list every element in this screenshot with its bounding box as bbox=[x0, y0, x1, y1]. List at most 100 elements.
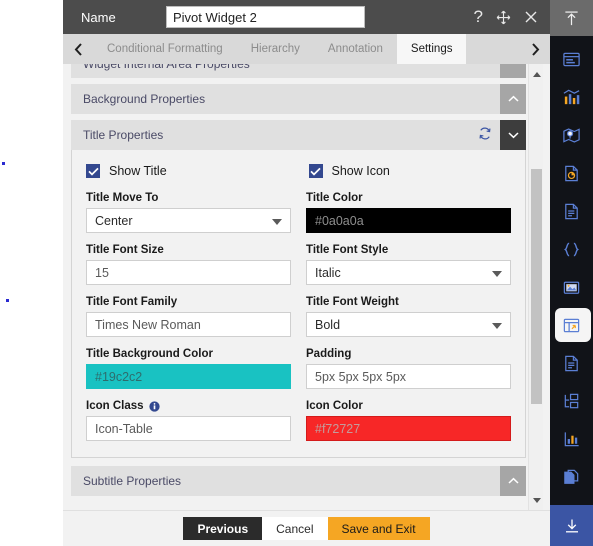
dialog-title-bar: Name ? bbox=[63, 0, 550, 34]
padding-value: 5px 5px 5px 5px bbox=[315, 369, 407, 384]
field-title-font-family: Title Font Family Times New Roman bbox=[86, 296, 291, 337]
vertical-scrollbar[interactable] bbox=[528, 64, 543, 510]
title-color-value: #0a0a0a bbox=[315, 213, 364, 228]
chevron-down-icon bbox=[492, 322, 502, 329]
title-font-style-value: Italic bbox=[315, 265, 341, 280]
tab-list: Conditional Formatting Hierarchy Annotat… bbox=[93, 34, 520, 64]
scroll-down-arrow[interactable] bbox=[529, 492, 544, 508]
rail-item-map[interactable] bbox=[550, 116, 593, 154]
name-label: Name bbox=[81, 9, 116, 25]
tabs-prev-arrow[interactable] bbox=[63, 34, 93, 64]
info-icon[interactable] bbox=[148, 400, 160, 412]
field-icon-color: Icon Color #f72727 bbox=[306, 400, 511, 441]
section-widget-internal-area-toggle[interactable] bbox=[500, 64, 526, 78]
cancel-button[interactable]: Cancel bbox=[262, 517, 328, 540]
title-move-to-select[interactable]: Center bbox=[86, 208, 291, 233]
settings-scroll-area: Widget Internal Area Properties Backgrou… bbox=[63, 64, 550, 510]
title-font-family-input[interactable]: Times New Roman bbox=[86, 312, 291, 337]
tab-hierarchy[interactable]: Hierarchy bbox=[236, 34, 314, 64]
tabs-next-arrow[interactable] bbox=[520, 34, 550, 64]
collapse-to-top-button[interactable] bbox=[550, 0, 593, 36]
section-widget-internal-area[interactable]: Widget Internal Area Properties bbox=[71, 64, 526, 78]
rail-item-widget[interactable] bbox=[550, 40, 593, 78]
title-color-input[interactable]: #0a0a0a bbox=[306, 208, 511, 233]
title-background-color-value: #19c2c2 bbox=[95, 369, 143, 384]
dialog-footer: Previous Cancel Save and Exit bbox=[63, 510, 550, 546]
section-subtitle-properties[interactable]: Subtitle Properties bbox=[71, 466, 526, 496]
scroll-thumb[interactable] bbox=[531, 169, 542, 404]
field-title-move-to: Title Move To Center bbox=[86, 192, 291, 233]
section-subtitle-properties-label: Subtitle Properties bbox=[83, 474, 182, 488]
rail-item-report[interactable] bbox=[550, 154, 593, 192]
field-padding: Padding 5px 5px 5px 5px bbox=[306, 348, 511, 389]
show-icon-checkbox[interactable] bbox=[308, 164, 323, 178]
rail-item-analytics[interactable] bbox=[550, 420, 593, 458]
title-font-family-value: Times New Roman bbox=[95, 317, 201, 332]
chevron-down-icon bbox=[272, 218, 282, 225]
section-subtitle-collapse-toggle[interactable] bbox=[500, 466, 526, 496]
field-row-5: Icon Class Icon-Table Icon Color #f72727 bbox=[86, 400, 511, 441]
rail-item-pivot[interactable] bbox=[550, 306, 593, 344]
tab-settings[interactable]: Settings bbox=[396, 34, 467, 64]
rail-item-code[interactable] bbox=[550, 230, 593, 268]
move-icon[interactable] bbox=[496, 10, 511, 25]
stray-dot-2 bbox=[6, 299, 9, 302]
tab-annotation[interactable]: Annotation bbox=[313, 34, 397, 64]
icon-class-label: Icon Class bbox=[86, 400, 291, 412]
field-row-4: Title Background Color #19c2c2 Padding 5… bbox=[86, 348, 511, 389]
section-background-properties[interactable]: Background Properties bbox=[71, 84, 526, 114]
field-row-3: Title Font Family Times New Roman Title … bbox=[86, 296, 511, 337]
tab-bar: Conditional Formatting Hierarchy Annotat… bbox=[63, 34, 550, 64]
show-title-checkbox[interactable] bbox=[86, 164, 100, 178]
scroll-up-arrow[interactable] bbox=[529, 66, 544, 82]
rail-item-document[interactable] bbox=[550, 192, 593, 230]
rail-item-image[interactable] bbox=[550, 268, 593, 306]
refresh-icon[interactable] bbox=[478, 127, 492, 144]
screen: Name ? bbox=[0, 0, 593, 546]
close-icon[interactable] bbox=[524, 10, 538, 24]
title-font-size-label: Title Font Size bbox=[86, 244, 164, 256]
show-title-label: Show Title bbox=[109, 164, 167, 178]
rail-item-tree[interactable] bbox=[550, 382, 593, 420]
title-properties-fields: Show Title Show Icon Title Move To Cente… bbox=[71, 150, 526, 458]
title-background-color-label: Title Background Color bbox=[86, 348, 213, 360]
widget-settings-dialog: Name ? bbox=[63, 0, 550, 546]
title-background-color-input[interactable]: #19c2c2 bbox=[86, 364, 291, 389]
title-font-weight-select[interactable]: Bold bbox=[306, 312, 511, 337]
icon-class-label-text: Icon Class bbox=[86, 400, 144, 412]
show-icon-label: Show Icon bbox=[331, 164, 390, 178]
title-font-weight-label: Title Font Weight bbox=[306, 296, 399, 308]
rail-item-copy[interactable] bbox=[550, 458, 593, 496]
show-toggles-row: Show Title Show Icon bbox=[86, 164, 511, 178]
tab-conditional-formatting[interactable]: Conditional Formatting bbox=[93, 34, 237, 64]
field-title-font-size: Title Font Size 15 bbox=[86, 244, 291, 285]
title-font-size-value: 15 bbox=[95, 265, 109, 280]
field-row-2: Title Font Size 15 Title Font Style Ital… bbox=[86, 244, 511, 285]
title-font-size-input[interactable]: 15 bbox=[86, 260, 291, 285]
stray-dot-1 bbox=[2, 162, 5, 165]
widget-name-input[interactable] bbox=[166, 6, 365, 28]
section-title-properties[interactable]: Title Properties bbox=[71, 120, 526, 150]
field-title-font-style: Title Font Style Italic bbox=[306, 244, 511, 285]
rail-item-chart[interactable] bbox=[550, 78, 593, 116]
settings-content: Widget Internal Area Properties Backgrou… bbox=[71, 64, 526, 496]
show-icon-group: Show Icon bbox=[299, 164, 512, 178]
field-title-font-weight: Title Font Weight Bold bbox=[306, 296, 511, 337]
field-icon-class: Icon Class Icon-Table bbox=[86, 400, 291, 441]
rail-item-page[interactable] bbox=[550, 344, 593, 382]
help-icon[interactable]: ? bbox=[474, 7, 483, 27]
icon-color-input[interactable]: #f72727 bbox=[306, 416, 511, 441]
title-font-style-label: Title Font Style bbox=[306, 244, 389, 256]
previous-button[interactable]: Previous bbox=[183, 517, 263, 540]
save-and-exit-button[interactable]: Save and Exit bbox=[327, 517, 430, 540]
icon-class-input[interactable]: Icon-Table bbox=[86, 416, 291, 441]
download-button[interactable] bbox=[550, 505, 593, 546]
section-background-collapse-toggle[interactable] bbox=[500, 84, 526, 114]
title-move-to-label: Title Move To bbox=[86, 192, 159, 204]
right-toolbar bbox=[550, 0, 593, 546]
chevron-down-icon bbox=[492, 270, 502, 277]
padding-input[interactable]: 5px 5px 5px 5px bbox=[306, 364, 511, 389]
title-font-family-label: Title Font Family bbox=[86, 296, 178, 308]
title-font-style-select[interactable]: Italic bbox=[306, 260, 511, 285]
section-title-expand-toggle[interactable] bbox=[500, 120, 526, 150]
